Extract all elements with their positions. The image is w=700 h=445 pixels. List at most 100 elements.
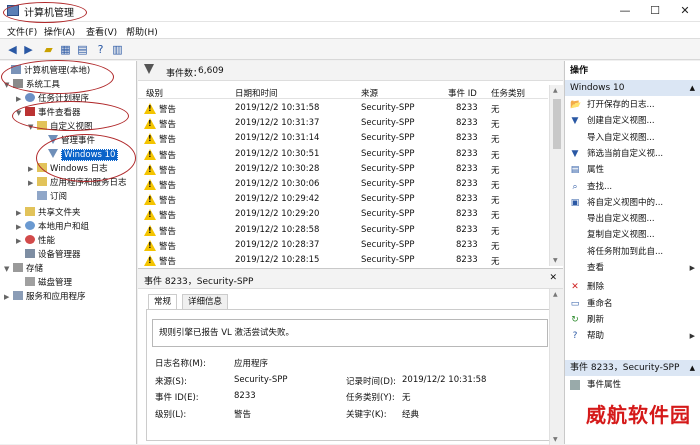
back-icon[interactable]: ◀	[5, 42, 20, 57]
clock-icon	[25, 93, 35, 102]
event-row[interactable]: 警告 2019/12/2 10:28:37 Security-SPP 8233 无	[138, 238, 548, 253]
event-category: 无	[491, 196, 500, 207]
annotation-oval-event-viewer	[12, 101, 129, 131]
warning-icon	[144, 255, 156, 266]
action-event-properties[interactable]: 事件属性	[565, 377, 700, 393]
action-item[interactable]: 📂 打开保存的日志...	[565, 97, 700, 113]
warning-icon	[144, 194, 156, 206]
action-item[interactable]: 导入自定义视图...	[565, 130, 700, 146]
expand-icon[interactable]: ▶	[4, 290, 13, 304]
event-row[interactable]: 警告 2019/12/2 10:31:37 Security-SPP 8233 无	[138, 116, 548, 131]
properties-icon	[570, 380, 580, 390]
column-source[interactable]: 来源	[361, 87, 378, 99]
column-level[interactable]: 级别	[146, 87, 163, 99]
action-item[interactable]: ↻ 刷新	[565, 312, 700, 328]
tab-details[interactable]: 详细信息	[182, 294, 229, 309]
expand-icon[interactable]: ▶	[16, 92, 25, 106]
help-icon[interactable]: ?	[93, 42, 108, 57]
actions-section-event[interactable]: 事件 8233，Security-SPP ▲	[565, 360, 700, 376]
event-row[interactable]: 警告 2019/12/2 10:30:51 Security-SPP 8233 无	[138, 147, 548, 162]
action-item[interactable]: 查看 ▶	[565, 260, 700, 276]
scroll-up-icon[interactable]: ▲	[553, 87, 558, 94]
event-row[interactable]: 警告 2019/12/2 10:30:28 Security-SPP 8233 无	[138, 162, 548, 177]
event-message: 规则引擎已报告 VL 激活尝试失败。	[152, 319, 548, 347]
event-row[interactable]: 警告 2019/12/2 10:29:20 Security-SPP 8233 无	[138, 207, 548, 222]
action-item[interactable]: 导出自定义视图...	[565, 211, 700, 227]
event-row[interactable]: 警告 2019/12/2 10:29:42 Security-SPP 8233 无	[138, 192, 548, 207]
watermark-logo: 威航软件园	[586, 403, 691, 427]
event-row[interactable]: 警告 2019/12/2 10:28:58 Security-SPP 8233 无	[138, 223, 548, 238]
tree-storage[interactable]: ▼ 存储	[4, 262, 43, 276]
expand-icon[interactable]: ▶	[16, 206, 25, 220]
tree-disk-management[interactable]: 磁盘管理	[16, 276, 72, 290]
event-id: 8233	[456, 133, 478, 144]
event-row[interactable]: 警告 2019/12/2 10:28:15 Security-SPP 8233 无	[138, 253, 548, 268]
event-datetime: 2019/12/2 10:31:14	[235, 133, 320, 144]
tab-general[interactable]: 常规	[148, 294, 178, 309]
detail-scrollbar[interactable]: ▲ ▼	[549, 289, 563, 445]
section-collapse-icon[interactable]: ▲	[690, 80, 695, 96]
scroll-up-icon[interactable]: ▲	[553, 291, 558, 298]
logged-value: 2019/12/2 10:31:58	[402, 375, 487, 385]
expand-icon[interactable]: ▶	[28, 162, 37, 176]
event-source: Security-SPP	[361, 224, 415, 235]
event-datetime: 2019/12/2 10:28:15	[235, 255, 320, 265]
event-level: 警告	[159, 226, 177, 237]
properties-icon[interactable]: ▤	[75, 42, 90, 57]
maximize-button[interactable]: ☐	[640, 0, 670, 22]
collapse-icon[interactable]: ▼	[4, 262, 13, 276]
actions-section-windows10[interactable]: Windows 10 ▲	[565, 80, 700, 96]
show-action-pane-icon[interactable]: ▥	[110, 42, 125, 57]
submenu-arrow-icon: ▶	[689, 332, 695, 341]
event-source: Security-SPP	[361, 118, 415, 129]
event-row[interactable]: 警告 2019/12/2 10:30:06 Security-SPP 8233 无	[138, 177, 548, 192]
event-row[interactable]: 警告 2019/12/2 10:31:58 Security-SPP 8233 无	[138, 101, 548, 116]
action-item[interactable]: ▤ 属性	[565, 162, 700, 178]
expand-icon[interactable]: ▶	[16, 220, 25, 234]
scroll-thumb[interactable]	[553, 99, 561, 149]
action-item[interactable]: ▭ 重命名	[565, 296, 700, 312]
scroll-down-icon[interactable]: ▼	[553, 257, 558, 264]
warning-icon	[144, 133, 156, 145]
section-collapse-icon[interactable]: ▲	[690, 360, 695, 376]
column-task-category[interactable]: 任务类别	[491, 87, 525, 99]
tree-local-users[interactable]: ▶ 本地用户和组	[16, 220, 89, 234]
detail-close-icon[interactable]: ✕	[549, 273, 557, 283]
event-list-scrollbar[interactable]: ▲ ▼	[549, 85, 563, 266]
event-source: Security-SPP	[361, 179, 415, 189]
column-datetime[interactable]: 日期和时间	[235, 87, 278, 99]
action-item[interactable]: ? 帮助 ▶	[565, 328, 700, 344]
action-item[interactable]: ▼ 创建自定义视图...	[565, 113, 700, 129]
event-category: 无	[491, 165, 500, 176]
show-hide-tree-icon[interactable]: ▦	[58, 42, 73, 57]
menu-file[interactable]: 文件(F)	[7, 25, 37, 38]
action-item[interactable]: ⌕ 查找...	[565, 179, 700, 195]
event-row[interactable]: 警告 2019/12/2 10:31:14 Security-SPP 8233 无	[138, 131, 548, 146]
close-button[interactable]: ✕	[670, 0, 700, 22]
action-item[interactable]: 复制自定义视图...	[565, 227, 700, 243]
tree-shared-folders[interactable]: ▶ 共享文件夹	[16, 206, 81, 220]
scroll-down-icon[interactable]: ▼	[553, 436, 558, 443]
tree-performance[interactable]: ▶ 性能	[16, 234, 55, 248]
action-item[interactable]: ✕ 删除	[565, 279, 700, 295]
tree-services-apps[interactable]: ▶ 服务和应用程序	[4, 290, 86, 304]
users-icon	[25, 221, 35, 230]
expand-icon[interactable]: ▶	[28, 176, 37, 190]
column-event-id[interactable]: 事件 ID	[448, 87, 477, 99]
action-item[interactable]: ▣ 将自定义视图中的...	[565, 195, 700, 211]
minimize-button[interactable]: —	[610, 0, 640, 22]
warning-icon	[144, 179, 156, 190]
actions-header: 操作	[565, 63, 700, 79]
forward-icon[interactable]: ▶	[21, 42, 36, 57]
subscription-icon	[37, 191, 47, 200]
action-item[interactable]: ▼ 筛选当前自定义视...	[565, 146, 700, 162]
tree-device-manager[interactable]: 设备管理器	[16, 248, 81, 262]
up-folder-icon[interactable]: ▰	[41, 42, 56, 57]
expand-icon[interactable]: ▶	[16, 234, 25, 248]
action-item[interactable]: 将任务附加到此自...	[565, 244, 700, 260]
menu-help[interactable]: 帮助(H)	[126, 25, 158, 38]
menu-action[interactable]: 操作(A)	[44, 25, 75, 38]
rename-icon: ▭	[570, 298, 580, 309]
tree-subscriptions[interactable]: 订阅	[28, 190, 67, 204]
menu-view[interactable]: 查看(V)	[86, 25, 117, 38]
